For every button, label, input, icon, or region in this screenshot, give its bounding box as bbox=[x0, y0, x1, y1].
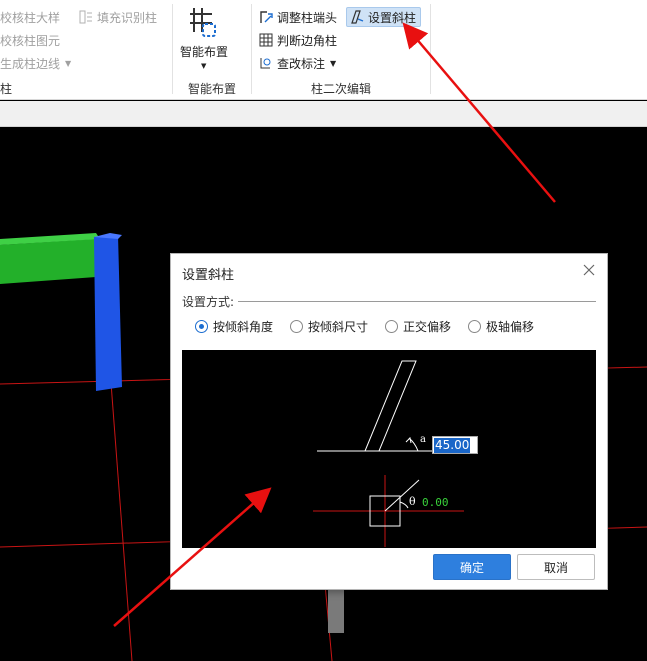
fill-column-icon bbox=[78, 9, 94, 25]
dialog-title: 设置斜柱 bbox=[182, 268, 235, 283]
fill-identify-column-button[interactable]: 填充识别柱 bbox=[78, 7, 157, 27]
generate-column-edge-button[interactable]: 生成柱边线 ▼ bbox=[0, 53, 71, 73]
gray-column-stub bbox=[328, 589, 344, 633]
set-slanted-column-label: 设置斜柱 bbox=[368, 10, 417, 25]
setting-mode-label: 设置方式: bbox=[182, 294, 235, 309]
alpha-symbol: a bbox=[420, 434, 426, 445]
smart-layout-button[interactable]: 智能布置 ▼ bbox=[178, 6, 230, 76]
green-beam bbox=[0, 233, 100, 284]
set-slanted-column-button[interactable]: 设置斜柱 bbox=[346, 7, 422, 27]
radio-circle[interactable] bbox=[385, 320, 399, 333]
slanted-column-icon bbox=[349, 9, 365, 25]
tilt-angle-input[interactable]: 45.00 bbox=[432, 436, 478, 454]
set-slanted-column-dialog: 设置斜柱 设置方式: 按倾斜角度 按倾斜尺寸 正交偏移 极轴偏移 a 45.00… bbox=[170, 253, 608, 590]
radio-circle-selected[interactable] bbox=[195, 320, 208, 333]
theta-value: 0.00 bbox=[422, 496, 449, 509]
setting-mode-radio-group: 按倾斜角度 按倾斜尺寸 正交偏移 极轴偏移 bbox=[195, 318, 551, 335]
edit-annotation-button[interactable]: 查改标注 ▼ bbox=[258, 53, 336, 73]
check-column-element-label: 校核柱图元 bbox=[0, 33, 61, 48]
adjust-column-end-icon bbox=[258, 9, 274, 25]
radio-label: 正交偏移 bbox=[403, 320, 452, 334]
ribbon-toolbar: 校核柱大样 校核柱图元 生成柱边线 ▼ 填充识别柱 柱 智能布置 ▼ 智能布置 … bbox=[0, 0, 647, 100]
ok-button[interactable]: 确定 bbox=[433, 554, 511, 580]
group-label-column: 柱 bbox=[0, 82, 13, 96]
radio-polar-offset[interactable]: 极轴偏移 bbox=[468, 318, 534, 335]
blue-column bbox=[94, 233, 122, 391]
radio-label: 极轴偏移 bbox=[486, 320, 535, 334]
smart-layout-label: 智能布置 bbox=[180, 45, 229, 59]
check-column-element-button[interactable]: 校核柱图元 bbox=[0, 30, 60, 50]
ribbon-separator bbox=[251, 4, 252, 94]
edit-annotation-icon bbox=[258, 55, 274, 71]
judge-corner-column-button[interactable]: 判断边角柱 bbox=[258, 30, 337, 50]
cancel-button[interactable]: 取消 bbox=[517, 554, 595, 580]
chevron-down-icon: ▼ bbox=[201, 62, 207, 70]
preview-panel: a 45.00 θ 0.00 bbox=[182, 350, 596, 548]
ribbon-separator bbox=[172, 4, 173, 94]
smart-layout-icon bbox=[188, 6, 220, 41]
generate-column-edge-label: 生成柱边线 bbox=[0, 56, 61, 71]
radio-by-tilt-angle[interactable]: 按倾斜角度 bbox=[195, 318, 273, 335]
edit-annotation-label: 查改标注 bbox=[277, 56, 326, 71]
adjust-column-end-label: 调整柱端头 bbox=[277, 10, 338, 25]
slant-preview-drawing bbox=[313, 360, 464, 547]
group-label-smart-layout: 智能布置 bbox=[188, 82, 237, 96]
chevron-down-icon: ▼ bbox=[65, 58, 72, 68]
fill-identify-column-label: 填充识别柱 bbox=[97, 10, 158, 25]
grid-icon bbox=[258, 32, 274, 48]
close-icon[interactable] bbox=[581, 262, 597, 278]
radio-circle[interactable] bbox=[290, 320, 304, 333]
tab-strip bbox=[0, 101, 647, 127]
check-column-detail-label: 校核柱大样 bbox=[0, 10, 61, 25]
check-column-detail-button[interactable]: 校核柱大样 bbox=[0, 7, 60, 27]
radio-circle[interactable] bbox=[468, 320, 482, 333]
radio-label: 按倾斜尺寸 bbox=[308, 320, 369, 334]
plan-view bbox=[313, 475, 464, 547]
adjust-column-end-button[interactable]: 调整柱端头 bbox=[258, 7, 337, 27]
chevron-down-icon: ▼ bbox=[330, 58, 337, 68]
radio-by-tilt-size[interactable]: 按倾斜尺寸 bbox=[290, 318, 368, 335]
radio-label: 按倾斜角度 bbox=[213, 320, 274, 334]
ribbon-separator bbox=[430, 4, 431, 94]
radio-orthogonal-offset[interactable]: 正交偏移 bbox=[385, 318, 451, 335]
setting-mode-section: 设置方式: bbox=[182, 293, 596, 309]
theta-symbol: θ bbox=[409, 495, 416, 508]
slanted-column-shape bbox=[317, 360, 437, 452]
tilt-angle-value: 45.00 bbox=[434, 437, 471, 453]
judge-corner-column-label: 判断边角柱 bbox=[277, 33, 338, 48]
section-divider bbox=[238, 300, 596, 302]
group-label-column-secondary-edit: 柱二次编辑 bbox=[311, 82, 372, 96]
